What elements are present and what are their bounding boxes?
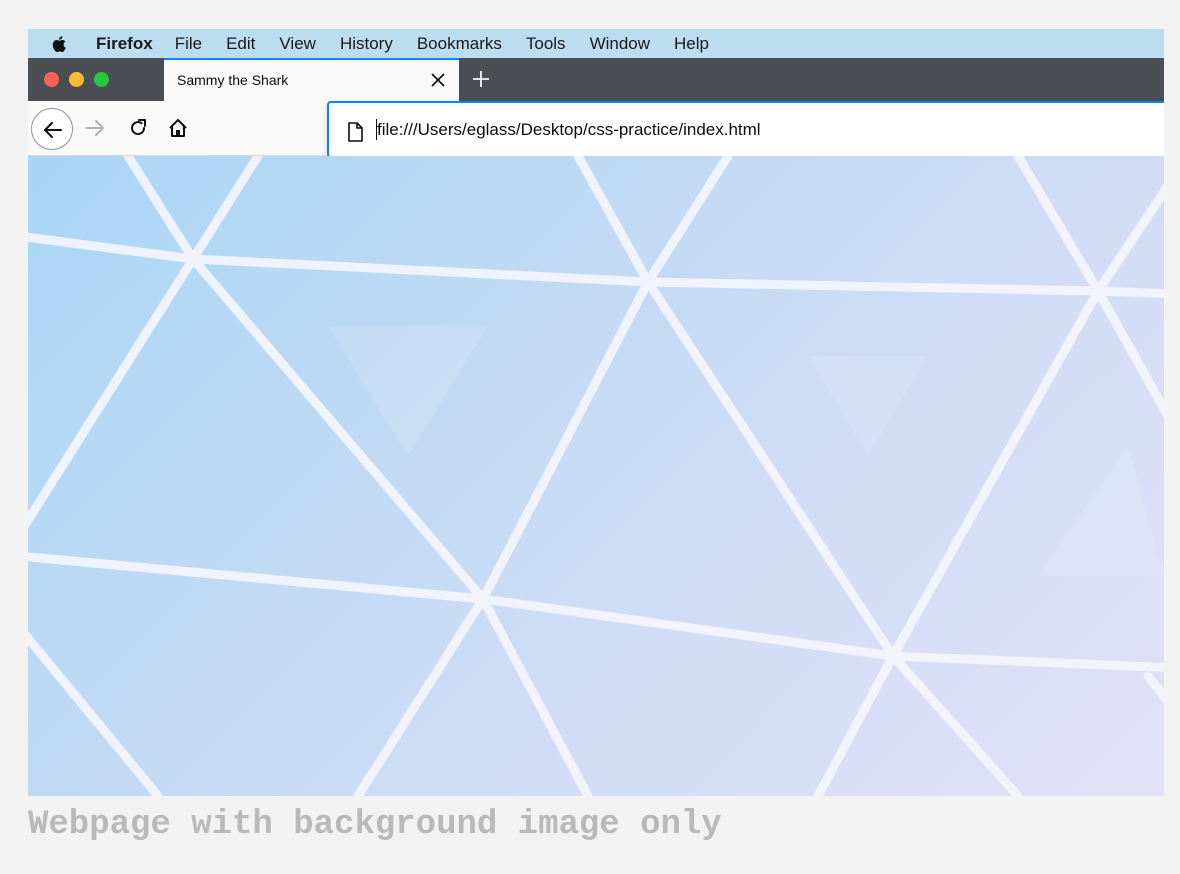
menu-help[interactable]: Help bbox=[674, 34, 709, 54]
url-bar[interactable]: file:///Users/eglass/Desktop/css-practic… bbox=[327, 101, 1164, 158]
tab-title: Sammy the Shark bbox=[177, 72, 289, 88]
navigation-toolbar: file:///Users/eglass/Desktop/css-practic… bbox=[28, 101, 1164, 158]
menu-window[interactable]: Window bbox=[590, 34, 650, 54]
window-close-button[interactable] bbox=[44, 72, 59, 87]
back-button[interactable] bbox=[31, 108, 73, 150]
menu-app-firefox[interactable]: Firefox bbox=[96, 34, 153, 54]
page-icon bbox=[347, 122, 363, 147]
tab-sammy-the-shark[interactable]: Sammy the Shark bbox=[164, 58, 459, 101]
forward-button[interactable] bbox=[84, 118, 106, 143]
home-button[interactable] bbox=[168, 118, 188, 143]
browser-window: Firefox File Edit View History Bookmarks… bbox=[28, 29, 1164, 796]
forward-arrow-icon bbox=[85, 120, 104, 136]
close-icon[interactable] bbox=[431, 73, 445, 87]
menu-view[interactable]: View bbox=[279, 34, 316, 54]
url-text[interactable]: file:///Users/eglass/Desktop/css-practic… bbox=[377, 120, 761, 140]
figure-caption: Webpage with background image only bbox=[28, 806, 722, 844]
apple-icon[interactable] bbox=[50, 34, 70, 54]
menu-edit[interactable]: Edit bbox=[226, 34, 255, 54]
window-minimize-button[interactable] bbox=[69, 72, 84, 87]
tab-strip: Sammy the Shark bbox=[28, 58, 1164, 101]
window-zoom-button[interactable] bbox=[94, 72, 109, 87]
menu-history[interactable]: History bbox=[340, 34, 393, 54]
plus-icon[interactable] bbox=[472, 70, 490, 88]
menu-file[interactable]: File bbox=[175, 34, 202, 54]
geodesic-pattern-image bbox=[28, 156, 1164, 796]
menu-tools[interactable]: Tools bbox=[526, 34, 566, 54]
menu-bar: Firefox File Edit View History Bookmarks… bbox=[28, 29, 1164, 58]
menu-bookmarks[interactable]: Bookmarks bbox=[417, 34, 502, 54]
back-arrow-icon bbox=[44, 122, 62, 138]
page-content-background-image bbox=[28, 156, 1164, 796]
reload-button[interactable] bbox=[128, 118, 148, 143]
reload-icon bbox=[131, 119, 146, 136]
home-icon bbox=[169, 119, 187, 137]
